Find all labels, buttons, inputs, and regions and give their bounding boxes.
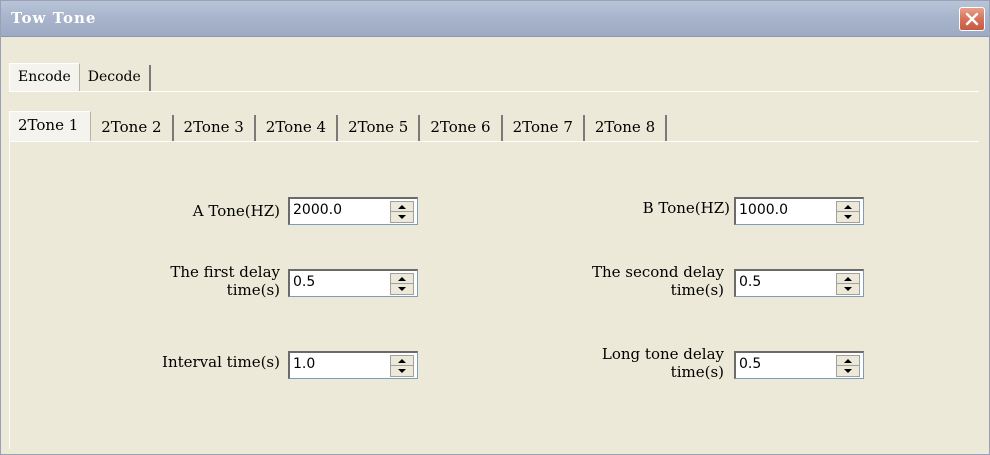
a-tone-down-button[interactable] <box>391 212 413 222</box>
close-button[interactable] <box>959 7 985 31</box>
tab-decode[interactable]: Decode <box>79 65 151 91</box>
long-tone-value[interactable]: 0.5 <box>739 356 761 372</box>
title-bar[interactable]: Tow Tone <box>1 1 989 37</box>
b-tone-label: B Tone(HZ) <box>642 199 730 217</box>
first-delay-label-line2: time(s) <box>226 281 280 299</box>
arrow-down-icon <box>844 287 852 291</box>
interval-value[interactable]: 1.0 <box>293 356 315 372</box>
first-delay-label: The first delay time(s) <box>80 263 280 299</box>
long-tone-stepper[interactable] <box>836 355 860 377</box>
first-delay-up-button[interactable] <box>391 274 413 284</box>
window-title: Tow Tone <box>11 9 97 27</box>
tab-2tone-8[interactable]: 2Tone 8 <box>584 115 668 141</box>
tab-2tone-1[interactable]: 2Tone 1 <box>9 111 92 141</box>
interval-stepper[interactable] <box>390 355 414 377</box>
long-tone-label-line2: time(s) <box>670 363 724 381</box>
tab-2tone-7[interactable]: 2Tone 7 <box>502 115 585 141</box>
second-delay-stepper[interactable] <box>836 273 860 295</box>
arrow-down-icon <box>398 287 406 291</box>
long-tone-spinbox[interactable]: 0.5 <box>734 351 864 379</box>
b-tone-spinbox[interactable]: 1000.0 <box>734 197 864 225</box>
close-icon <box>965 12 979 26</box>
arrow-up-icon <box>844 358 852 363</box>
arrow-up-icon <box>398 358 406 363</box>
interval-spinbox[interactable]: 1.0 <box>288 351 418 379</box>
arrow-down-icon <box>844 215 852 219</box>
long-tone-label-line1: Long tone delay <box>601 345 724 363</box>
second-delay-down-button[interactable] <box>837 284 859 294</box>
tab-2tone-4[interactable]: 2Tone 4 <box>255 115 339 141</box>
interval-label: Interval time(s) <box>162 353 280 371</box>
arrow-down-icon <box>398 215 406 219</box>
tab-2tone-6[interactable]: 2Tone 6 <box>420 115 503 141</box>
a-tone-up-button[interactable] <box>391 202 413 212</box>
second-delay-up-button[interactable] <box>837 274 859 284</box>
b-tone-up-button[interactable] <box>837 202 859 212</box>
tab-encode[interactable]: Encode <box>9 63 80 91</box>
outer-tab-strip: Encode Decode <box>9 63 151 91</box>
inner-tab-strip: 2Tone 1 2Tone 2 2Tone 3 2Tone 4 2Tone 5 … <box>9 111 668 141</box>
interval-down-button[interactable] <box>391 366 413 376</box>
a-tone-stepper[interactable] <box>390 201 414 223</box>
first-delay-down-button[interactable] <box>391 284 413 294</box>
a-tone-value[interactable]: 2000.0 <box>293 202 342 218</box>
second-delay-value[interactable]: 0.5 <box>739 274 761 290</box>
first-delay-stepper[interactable] <box>390 273 414 295</box>
tone-settings-panel: A Tone(HZ) 2000.0 B Tone(HZ) 1000.0 The … <box>9 141 983 449</box>
arrow-down-icon <box>398 369 406 373</box>
b-tone-value[interactable]: 1000.0 <box>739 202 788 218</box>
tow-tone-window: Tow Tone Encode Decode 2Tone 1 2Tone 2 2… <box>0 0 990 455</box>
arrow-up-icon <box>398 204 406 209</box>
second-delay-label-line2: time(s) <box>670 281 724 299</box>
long-tone-label: Long tone delay time(s) <box>510 345 724 381</box>
interval-up-button[interactable] <box>391 356 413 366</box>
a-tone-spinbox[interactable]: 2000.0 <box>288 197 418 225</box>
outer-tab-divider <box>9 91 979 92</box>
arrow-up-icon <box>844 204 852 209</box>
long-tone-up-button[interactable] <box>837 356 859 366</box>
first-delay-value[interactable]: 0.5 <box>293 274 315 290</box>
tab-2tone-2[interactable]: 2Tone 2 <box>91 115 174 141</box>
b-tone-stepper[interactable] <box>836 201 860 223</box>
second-delay-spinbox[interactable]: 0.5 <box>734 269 864 297</box>
arrow-up-icon <box>844 276 852 281</box>
a-tone-label: A Tone(HZ) <box>192 202 280 220</box>
first-delay-spinbox[interactable]: 0.5 <box>288 269 418 297</box>
b-tone-down-button[interactable] <box>837 212 859 222</box>
long-tone-down-button[interactable] <box>837 366 859 376</box>
arrow-down-icon <box>844 369 852 373</box>
tab-2tone-5[interactable]: 2Tone 5 <box>338 115 421 141</box>
second-delay-label: The second delay time(s) <box>510 263 724 299</box>
first-delay-label-line1: The first delay <box>170 263 280 281</box>
tab-2tone-3[interactable]: 2Tone 3 <box>173 115 256 141</box>
arrow-up-icon <box>398 276 406 281</box>
second-delay-label-line1: The second delay <box>591 263 724 281</box>
